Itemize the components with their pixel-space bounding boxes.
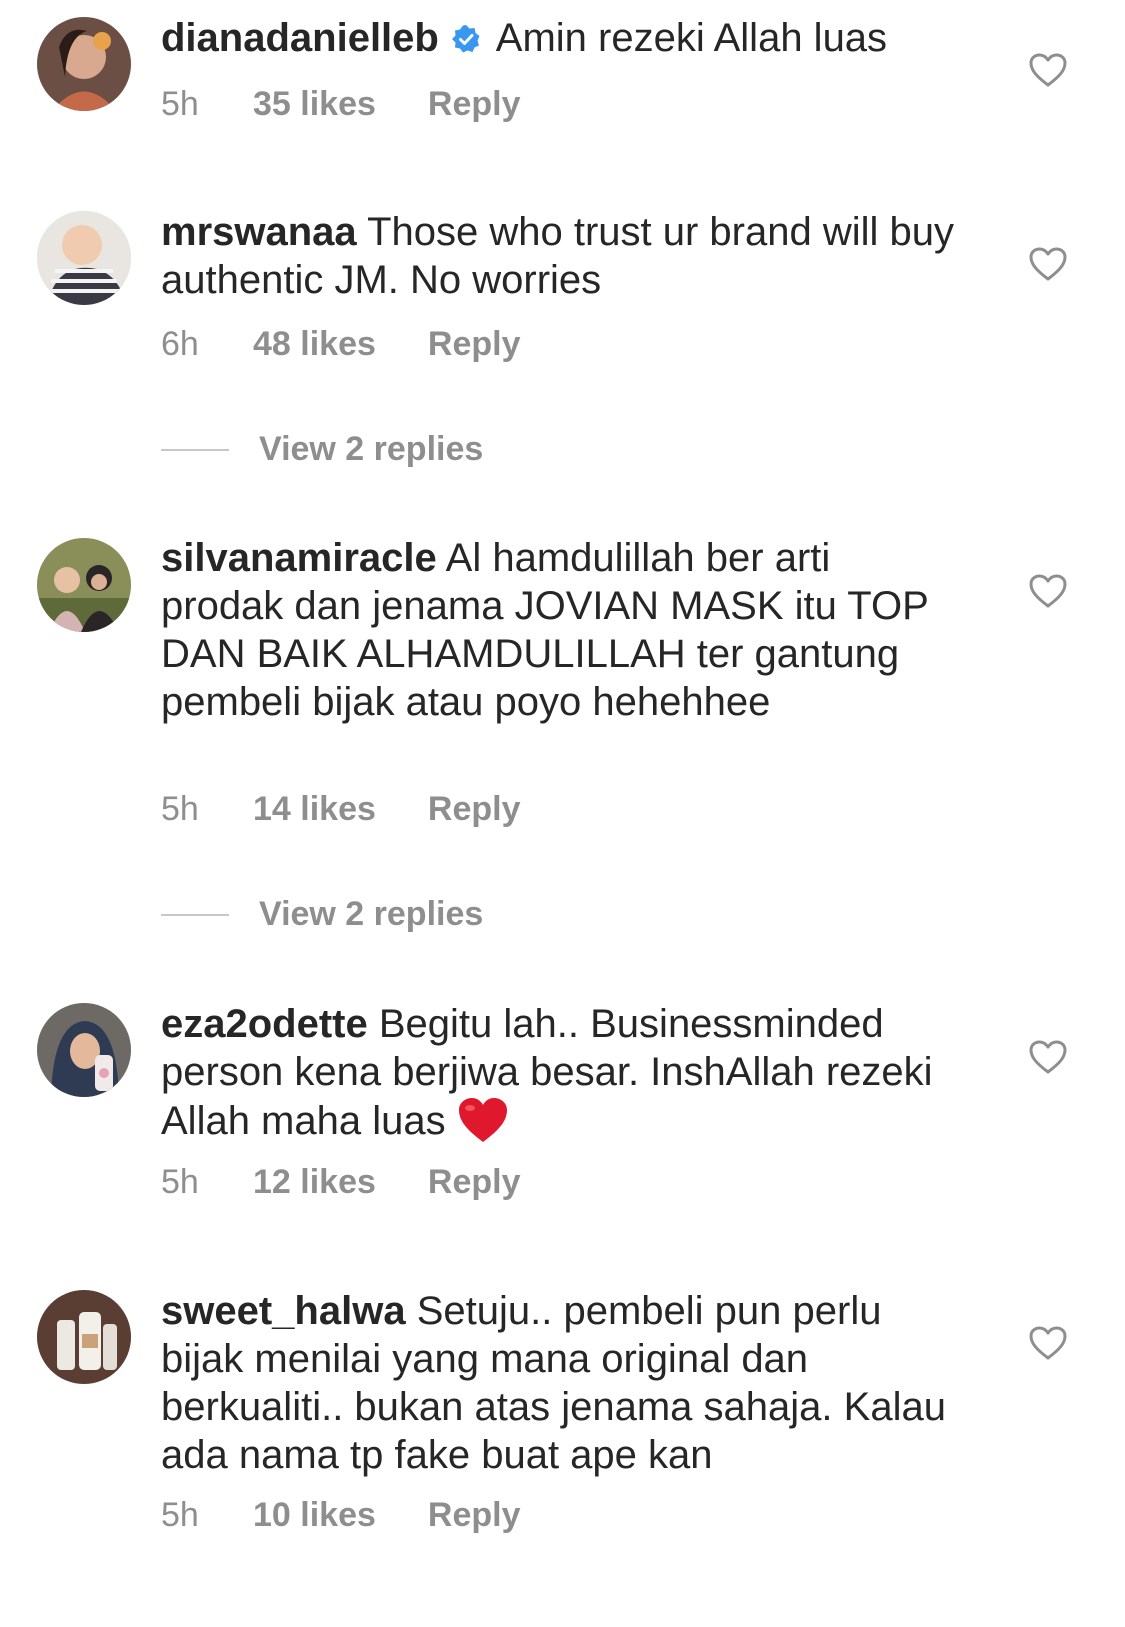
comment-time: 5h — [161, 1163, 199, 1201]
reply-button[interactable]: Reply — [428, 1163, 521, 1202]
divider — [161, 913, 229, 916]
comment-username[interactable]: eza2odette — [161, 1002, 368, 1046]
view-replies-label: View 2 replies — [259, 430, 484, 468]
red-heart-emoji — [458, 1098, 507, 1142]
heart-outline-icon[interactable] — [1028, 246, 1068, 282]
comment-username[interactable]: sweet_halwa — [161, 1289, 406, 1333]
comment-username[interactable]: mrswanaa — [161, 210, 357, 254]
comment-time: 5h — [161, 790, 199, 828]
avatar[interactable] — [37, 1290, 131, 1384]
comment-username[interactable]: silvanamiracle — [161, 536, 437, 580]
comment-likes[interactable]: 48 likes — [253, 325, 376, 364]
view-replies-button[interactable]: View 2 replies — [161, 895, 483, 934]
comment-time: 5h — [161, 85, 199, 123]
view-replies-label: View 2 replies — [259, 895, 484, 933]
reply-button[interactable]: Reply — [428, 1496, 521, 1535]
avatar[interactable] — [37, 211, 131, 305]
heart-outline-icon[interactable] — [1028, 1325, 1068, 1361]
avatar[interactable] — [37, 1003, 131, 1097]
verified-badge-icon — [451, 25, 480, 53]
view-replies-button[interactable]: View 2 replies — [161, 430, 483, 469]
comment-likes[interactable]: 12 likes — [253, 1163, 376, 1202]
heart-outline-icon[interactable] — [1028, 52, 1068, 88]
comment-likes[interactable]: 10 likes — [253, 1496, 376, 1535]
comment-username[interactable]: dianadanielleb — [161, 16, 439, 60]
comment-likes[interactable]: 14 likes — [253, 790, 376, 829]
avatar[interactable] — [37, 538, 131, 632]
reply-button[interactable]: Reply — [428, 85, 521, 124]
comment-time: 5h — [161, 1496, 199, 1534]
comment-time: 6h — [161, 325, 199, 363]
comment-likes[interactable]: 35 likes — [253, 85, 376, 124]
avatar[interactable] — [37, 17, 131, 111]
heart-outline-icon[interactable] — [1028, 1039, 1068, 1075]
heart-outline-icon[interactable] — [1028, 573, 1068, 609]
reply-button[interactable]: Reply — [428, 790, 521, 829]
divider — [161, 448, 229, 451]
comment-text: Amin rezeki Allah luas — [495, 16, 888, 60]
reply-button[interactable]: Reply — [428, 325, 521, 364]
